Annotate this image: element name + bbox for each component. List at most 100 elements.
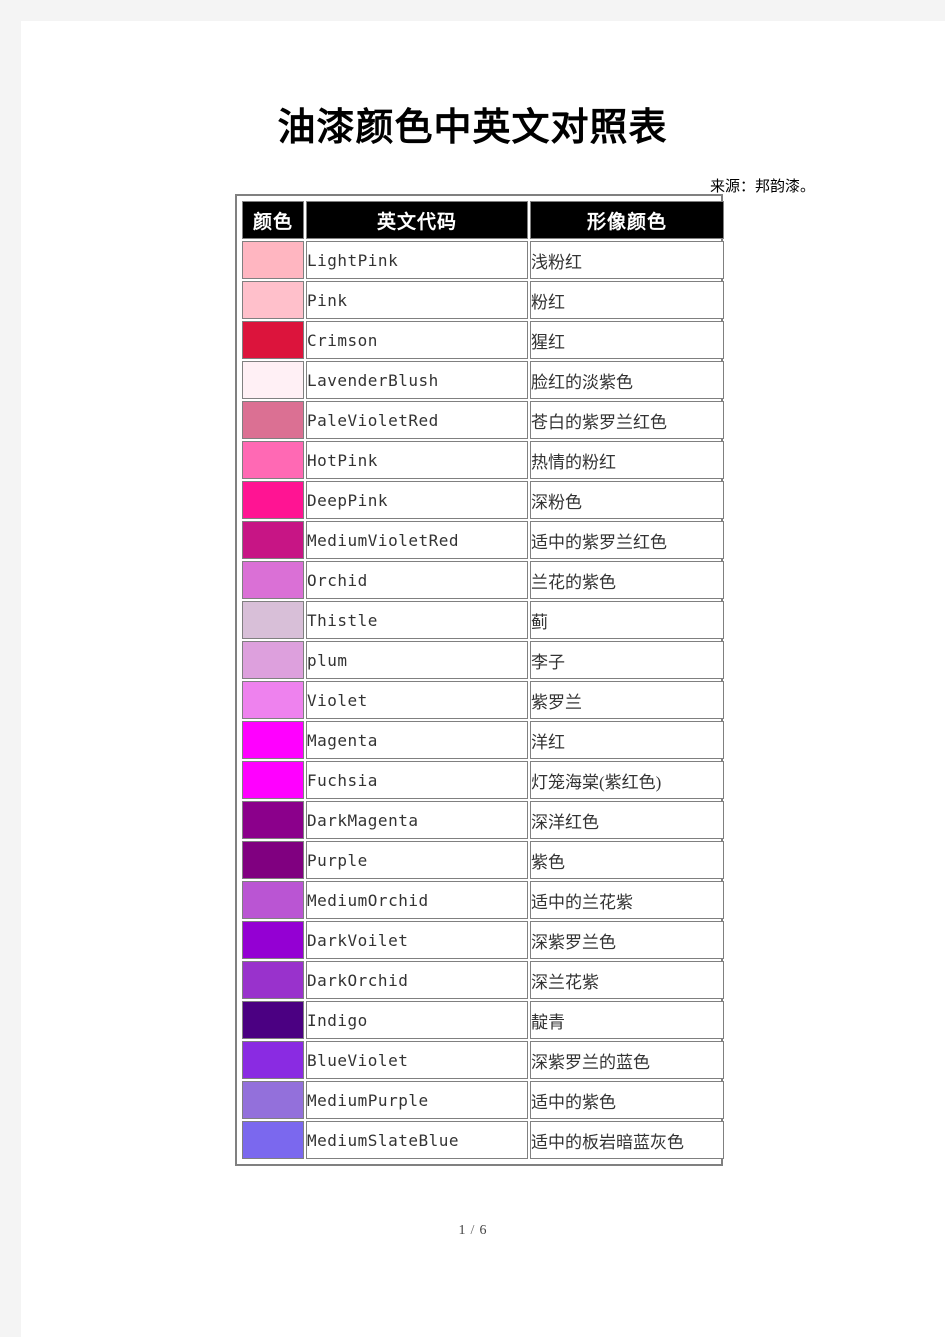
color-swatch-cell: [242, 761, 304, 799]
color-chinese-name-cell: 深紫罗兰的蓝色: [530, 1041, 724, 1079]
color-chinese-name-cell: 深洋红色: [530, 801, 724, 839]
color-swatch-cell: [242, 361, 304, 399]
table-row: DarkVoilet 深紫罗兰色: [242, 921, 724, 959]
color-swatch-cell: [242, 681, 304, 719]
color-swatch-cell: [242, 1081, 304, 1119]
color-chinese-name-cell: 脸红的淡紫色: [530, 361, 724, 399]
color-swatch: [243, 282, 303, 318]
color-code-cell: Violet: [306, 681, 528, 719]
color-swatch-cell: [242, 1001, 304, 1039]
color-code-cell: Pink: [306, 281, 528, 319]
color-code-cell: MediumPurple: [306, 1081, 528, 1119]
color-code-cell: Thistle: [306, 601, 528, 639]
color-swatch-cell: [242, 561, 304, 599]
color-code-cell: MediumSlateBlue: [306, 1121, 528, 1159]
table-row: Violet 紫罗兰: [242, 681, 724, 719]
color-swatch-cell: [242, 241, 304, 279]
color-swatch: [243, 1122, 303, 1158]
footer-total-pages: 6: [479, 1223, 487, 1238]
footer-current-page: 1: [458, 1223, 466, 1238]
color-swatch-cell: [242, 521, 304, 559]
table-header-row: 颜色 英文代码 形像颜色: [242, 201, 724, 239]
column-header-code: 英文代码: [306, 201, 528, 239]
color-chinese-name-cell: 李子: [530, 641, 724, 679]
table-row: LavenderBlush 脸红的淡紫色: [242, 361, 724, 399]
color-chinese-name-cell: 洋红: [530, 721, 724, 759]
color-swatch: [243, 1002, 303, 1038]
color-code-cell: MediumVioletRed: [306, 521, 528, 559]
color-chinese-name-cell: 苍白的紫罗兰红色: [530, 401, 724, 439]
color-swatch-cell: [242, 801, 304, 839]
table-row: HotPink 热情的粉红: [242, 441, 724, 479]
table-row: DeepPink 深粉色: [242, 481, 724, 519]
table-row: Orchid 兰花的紫色: [242, 561, 724, 599]
table-row: MediumPurple 适中的紫色: [242, 1081, 724, 1119]
table-row: DarkMagenta 深洋红色: [242, 801, 724, 839]
page-footer: 1 / 6: [21, 1223, 924, 1239]
color-swatch-cell: [242, 601, 304, 639]
color-swatch-cell: [242, 841, 304, 879]
color-swatch: [243, 442, 303, 478]
color-swatch-cell: [242, 921, 304, 959]
table-row: LightPink 浅粉红: [242, 241, 724, 279]
table-header: 颜色 英文代码 形像颜色: [242, 201, 724, 239]
table-row: DarkOrchid 深兰花紫: [242, 961, 724, 999]
color-swatch-cell: [242, 481, 304, 519]
color-swatch-cell: [242, 1041, 304, 1079]
color-code-cell: Magenta: [306, 721, 528, 759]
color-reference-table: 颜色 英文代码 形像颜色 LightPink 浅粉红 Pink 粉红 Crimson 猩红…: [240, 199, 726, 1161]
table-row: MediumOrchid 适中的兰花紫: [242, 881, 724, 919]
color-swatch: [243, 962, 303, 998]
color-swatch-cell: [242, 721, 304, 759]
color-code-cell: LavenderBlush: [306, 361, 528, 399]
color-chinese-name-cell: 紫色: [530, 841, 724, 879]
color-chinese-name-cell: 热情的粉红: [530, 441, 724, 479]
color-code-cell: PaleVioletRed: [306, 401, 528, 439]
color-code-cell: MediumOrchid: [306, 881, 528, 919]
color-swatch-cell: [242, 321, 304, 359]
table-row: Purple 紫色: [242, 841, 724, 879]
table-row: Fuchsia 灯笼海棠(紫红色): [242, 761, 724, 799]
color-chinese-name-cell: 粉红: [530, 281, 724, 319]
color-code-cell: DarkOrchid: [306, 961, 528, 999]
color-chinese-name-cell: 兰花的紫色: [530, 561, 724, 599]
table-row: Crimson 猩红: [242, 321, 724, 359]
color-swatch-cell: [242, 961, 304, 999]
color-swatch: [243, 922, 303, 958]
table-row: plum 李子: [242, 641, 724, 679]
color-code-cell: LightPink: [306, 241, 528, 279]
color-swatch: [243, 882, 303, 918]
color-swatch: [243, 642, 303, 678]
table-row: Thistle 蓟: [242, 601, 724, 639]
color-chinese-name-cell: 深紫罗兰色: [530, 921, 724, 959]
color-swatch: [243, 1042, 303, 1078]
color-chinese-name-cell: 猩红: [530, 321, 724, 359]
color-chinese-name-cell: 灯笼海棠(紫红色): [530, 761, 724, 799]
table-row: Pink 粉红: [242, 281, 724, 319]
color-chinese-name-cell: 蓟: [530, 601, 724, 639]
color-code-cell: Indigo: [306, 1001, 528, 1039]
color-swatch: [243, 362, 303, 398]
color-code-cell: HotPink: [306, 441, 528, 479]
color-swatch: [243, 522, 303, 558]
color-swatch: [243, 482, 303, 518]
table-row: MediumSlateBlue 适中的板岩暗蓝灰色: [242, 1121, 724, 1159]
table-row: Magenta 洋红: [242, 721, 724, 759]
color-swatch-cell: [242, 881, 304, 919]
table-row: BlueViolet 深紫罗兰的蓝色: [242, 1041, 724, 1079]
table-row: Indigo 靛青: [242, 1001, 724, 1039]
footer-separator: /: [470, 1223, 475, 1238]
color-code-cell: Purple: [306, 841, 528, 879]
color-chinese-name-cell: 适中的紫色: [530, 1081, 724, 1119]
color-swatch-cell: [242, 441, 304, 479]
color-swatch-cell: [242, 401, 304, 439]
color-swatch: [243, 682, 303, 718]
color-chinese-name-cell: 适中的板岩暗蓝灰色: [530, 1121, 724, 1159]
color-swatch-cell: [242, 281, 304, 319]
color-code-cell: DeepPink: [306, 481, 528, 519]
color-chinese-name-cell: 靛青: [530, 1001, 724, 1039]
color-swatch: [243, 1082, 303, 1118]
color-swatch: [243, 802, 303, 838]
color-chinese-name-cell: 深兰花紫: [530, 961, 724, 999]
table-row: MediumVioletRed 适中的紫罗兰红色: [242, 521, 724, 559]
